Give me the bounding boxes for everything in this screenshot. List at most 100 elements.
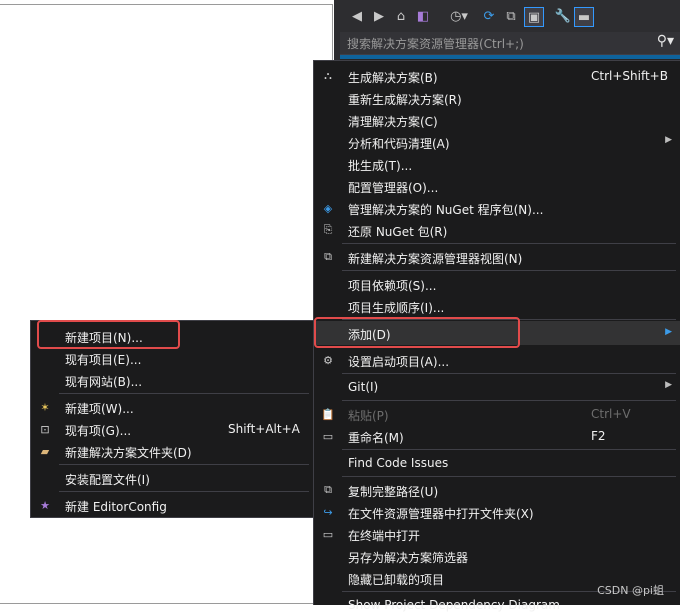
- menu-item-existing-project[interactable]: 现有项目(E)...: [31, 347, 313, 369]
- menu-label: 项目依赖项(S)...: [348, 279, 437, 293]
- menu-separator: [342, 449, 676, 450]
- menu-item-clean-solution[interactable]: 清理解决方案(C): [314, 109, 680, 131]
- menu-item-analyze-cleanup[interactable]: 分析和代码清理(A) ▶: [314, 131, 680, 153]
- editorconfig-icon: ★: [40, 498, 50, 512]
- menu-item-restore-nuget[interactable]: ⎘ 还原 NuGet 包(R): [314, 219, 680, 241]
- menu-label: 还原 NuGet 包(R): [348, 225, 448, 239]
- menu-separator: [59, 464, 309, 465]
- submenu-arrow-icon: ▶: [665, 135, 672, 145]
- menu-label: 管理解决方案的 NuGet 程序包(N)...: [348, 203, 544, 217]
- menu-separator: [342, 373, 676, 374]
- menu-item-existing-website[interactable]: 现有网站(B)...: [31, 369, 313, 391]
- menu-label: 设置启动项目(A)...: [348, 355, 450, 369]
- search-icon[interactable]: ⚲▾: [657, 33, 674, 49]
- search-placeholder: 搜索解决方案资源管理器(Ctrl+;): [347, 37, 524, 51]
- rename-icon: ▭: [322, 429, 334, 443]
- restore-package-icon: ⎘: [323, 223, 333, 236]
- menu-item-open-in-explorer[interactable]: ↪ 在文件资源管理器中打开文件夹(X): [314, 501, 680, 523]
- nuget-icon: ◈: [323, 201, 333, 215]
- menu-label: 新建解决方案文件夹(D): [65, 446, 192, 460]
- back-icon[interactable]: ◀: [348, 7, 366, 25]
- menu-separator: [59, 491, 309, 492]
- menu-label: 在文件资源管理器中打开文件夹(X): [348, 507, 534, 521]
- selected-node-bar: [340, 55, 680, 59]
- menu-label: 重命名(M): [348, 431, 404, 445]
- menu-label: Find Code Issues: [348, 456, 449, 470]
- menu-shortcut: F2: [591, 429, 606, 443]
- menu-item-config-manager[interactable]: 配置管理器(O)...: [314, 175, 680, 197]
- home-icon[interactable]: ⌂: [392, 7, 410, 25]
- add-submenu: 新建项目(N)... 现有项目(E)... 现有网站(B)... ✶ 新建项(W…: [30, 320, 314, 518]
- menu-shortcut: Shift+Alt+A: [228, 422, 300, 436]
- menu-separator: [342, 400, 676, 401]
- gear-icon: ⚙: [323, 353, 333, 367]
- paste-icon: 📋: [321, 407, 335, 421]
- menu-label: 新建解决方案资源管理器视图(N): [348, 252, 523, 266]
- menu-separator: [342, 270, 676, 271]
- collapse-all-icon[interactable]: ⧉: [502, 7, 520, 25]
- watermark: CSDN @pi蛆: [597, 584, 664, 597]
- menu-label: 项目生成顺序(I)...: [348, 301, 445, 315]
- new-item-icon: ✶: [40, 400, 50, 414]
- vs-switch-view-icon[interactable]: ◧: [414, 7, 432, 25]
- menu-item-rename[interactable]: ▭ 重命名(M) F2: [314, 425, 680, 447]
- menu-label: 分析和代码清理(A): [348, 137, 450, 151]
- menu-item-existing-item[interactable]: ⊡ 现有项(G)... Shift+Alt+A: [31, 418, 313, 440]
- menu-label: 重新生成解决方案(R): [348, 93, 462, 107]
- menu-item-git[interactable]: Git(I) ▶: [314, 376, 680, 398]
- menu-item-save-as-filter[interactable]: 另存为解决方案筛选器: [314, 545, 680, 567]
- folder-icon: ▰: [40, 444, 50, 458]
- menu-label: 粘贴(P): [348, 409, 389, 423]
- terminal-icon: ▭: [322, 527, 334, 541]
- menu-item-install-config[interactable]: 安装配置文件(I): [31, 467, 313, 489]
- menu-item-new-solution-folder[interactable]: ▰ 新建解决方案文件夹(D): [31, 440, 313, 462]
- submenu-arrow-icon: ▶: [665, 327, 672, 337]
- menu-label: 生成解决方案(B): [348, 71, 438, 85]
- highlight-box-new-project: [37, 320, 180, 349]
- menu-label: 清理解决方案(C): [348, 115, 438, 129]
- menu-shortcut: Ctrl+V: [591, 407, 631, 421]
- menu-item-open-in-terminal[interactable]: ▭ 在终端中打开: [314, 523, 680, 545]
- forward-icon[interactable]: ▶: [370, 7, 388, 25]
- new-view-icon: ⧉: [324, 250, 332, 263]
- menu-label: 新建项(W)...: [65, 402, 134, 416]
- search-bar[interactable]: 搜索解决方案资源管理器(Ctrl+;) ⚲▾: [340, 32, 680, 55]
- menu-label: 另存为解决方案筛选器: [348, 551, 469, 565]
- history-icon[interactable]: ◷▾: [446, 7, 472, 25]
- menu-label: 批生成(T)...: [348, 159, 413, 173]
- show-all-files-icon[interactable]: ▣: [524, 7, 544, 27]
- menu-label: 现有项(G)...: [65, 424, 132, 438]
- menu-item-new-item[interactable]: ✶ 新建项(W)...: [31, 396, 313, 418]
- preview-icon[interactable]: ▬: [574, 7, 594, 27]
- menu-item-copy-full-path[interactable]: ⧉ 复制完整路径(U): [314, 479, 680, 501]
- submenu-arrow-icon: ▶: [665, 380, 672, 390]
- highlight-box-add: [314, 317, 520, 348]
- menu-label: 新建 EditorConfig: [65, 500, 167, 514]
- menu-item-rebuild-solution[interactable]: 重新生成解决方案(R): [314, 87, 680, 109]
- menu-item-build-solution[interactable]: ⛬ 生成解决方案(B) Ctrl+Shift+B: [314, 65, 680, 87]
- menu-item-set-startup[interactable]: ⚙ 设置启动项目(A)...: [314, 349, 680, 371]
- menu-item-batch-build[interactable]: 批生成(T)...: [314, 153, 680, 175]
- menu-label: 复制完整路径(U): [348, 485, 439, 499]
- menu-item-new-explorer-view[interactable]: ⧉ 新建解决方案资源管理器视图(N): [314, 246, 680, 268]
- menu-label: 配置管理器(O)...: [348, 181, 439, 195]
- menu-item-build-order[interactable]: 项目生成顺序(I)...: [314, 295, 680, 317]
- menu-item-new-editorconfig[interactable]: ★ 新建 EditorConfig: [31, 494, 313, 516]
- properties-wrench-icon[interactable]: 🔧: [554, 7, 572, 25]
- menu-separator: [342, 476, 676, 477]
- existing-item-icon: ⊡: [40, 422, 50, 436]
- menu-label: 安装配置文件(I): [65, 473, 150, 487]
- menu-item-manage-nuget[interactable]: ◈ 管理解决方案的 NuGet 程序包(N)...: [314, 197, 680, 219]
- menu-separator: [342, 243, 676, 244]
- build-icon: ⛬: [324, 69, 332, 82]
- menu-label: 隐藏已卸载的项目: [348, 573, 445, 587]
- menu-shortcut: Ctrl+Shift+B: [591, 69, 668, 83]
- open-folder-arrow-icon: ↪: [323, 505, 333, 519]
- menu-item-paste: 📋 粘贴(P) Ctrl+V: [314, 403, 680, 425]
- menu-separator: [59, 393, 309, 394]
- menu-label: 现有网站(B)...: [65, 375, 143, 389]
- sync-icon[interactable]: ⟳: [480, 7, 498, 25]
- menu-item-project-deps[interactable]: 项目依赖项(S)...: [314, 273, 680, 295]
- menu-label: 现有项目(E)...: [65, 353, 142, 367]
- menu-item-find-code-issues[interactable]: Find Code Issues: [314, 452, 680, 474]
